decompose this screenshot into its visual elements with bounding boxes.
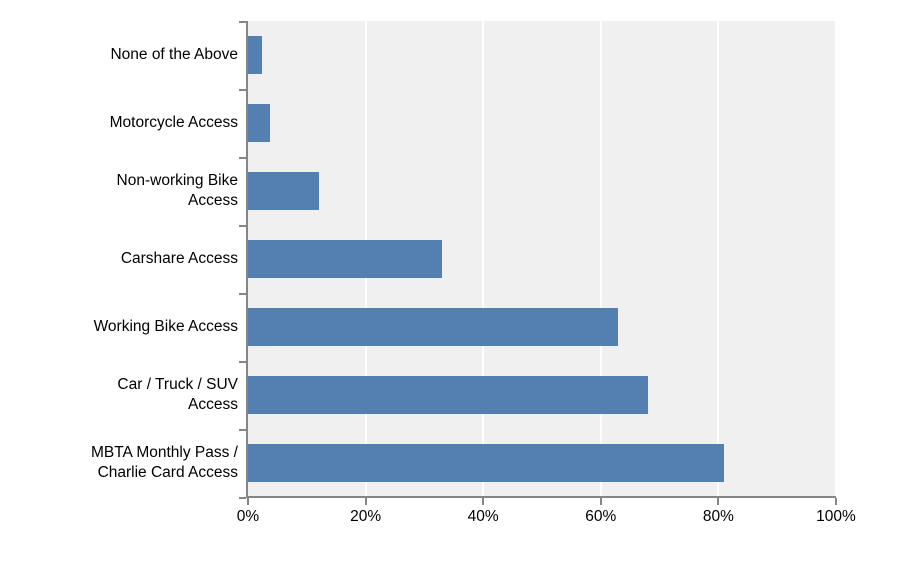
y-axis-category-label: Non-working Bike Access [116, 171, 238, 209]
y-axis-category-label: None of the Above [110, 45, 238, 63]
bar[interactable] [248, 103, 270, 143]
y-axis-tick [239, 21, 246, 23]
y-axis-tick [239, 497, 246, 499]
x-axis-tick [835, 498, 837, 505]
x-axis-tick [717, 498, 720, 505]
y-axis-category-label: Motorcycle Access [109, 113, 238, 131]
x-axis-tick [364, 498, 367, 505]
x-axis-tick-label: 100% [816, 508, 856, 525]
bar[interactable] [248, 375, 648, 415]
x-axis-tick-label: 40% [467, 508, 499, 525]
y-axis-tick [239, 429, 246, 431]
y-axis-category-label: MBTA Monthly Pass / Charlie Card Access [90, 443, 238, 481]
x-axis-line [246, 496, 836, 498]
x-axis-tick-label: 60% [585, 508, 617, 525]
x-axis-tick-label: 20% [350, 508, 382, 525]
bar[interactable] [248, 239, 443, 279]
bar[interactable] [248, 307, 619, 347]
x-axis-tick-label: 0% [236, 508, 260, 525]
y-axis-tick [239, 361, 246, 363]
bar[interactable] [248, 35, 263, 75]
bar[interactable] [248, 443, 725, 483]
bar[interactable] [248, 171, 319, 211]
y-axis-tick [239, 89, 246, 91]
x-axis-tick [599, 498, 602, 505]
x-axis-tick [247, 498, 249, 505]
y-axis-category-label: Carshare Access [120, 249, 238, 267]
y-axis-tick [239, 157, 246, 159]
bar-chart: 0% 20% 40% 60% 80% 100% MBTA Monthly Pass / C… [0, 0, 900, 563]
y-axis-category-label: Working Bike Access [93, 317, 238, 335]
y-axis-tick [239, 293, 246, 295]
y-axis-tick [239, 225, 246, 227]
y-axis-category-label: Car / Truck / SUV Access [117, 375, 238, 413]
x-axis-tick [482, 498, 485, 505]
x-axis-tick-label: 80% [702, 508, 734, 525]
